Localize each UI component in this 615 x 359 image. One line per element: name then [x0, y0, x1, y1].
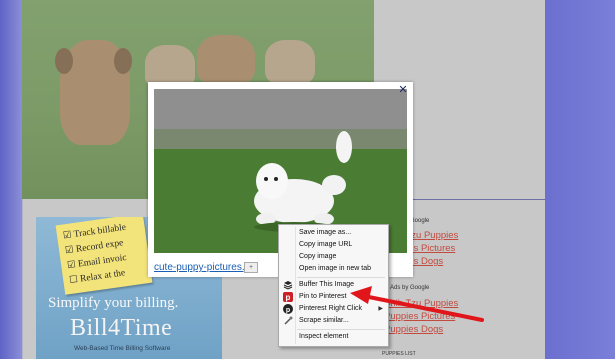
annotation-arrow — [350, 286, 484, 322]
